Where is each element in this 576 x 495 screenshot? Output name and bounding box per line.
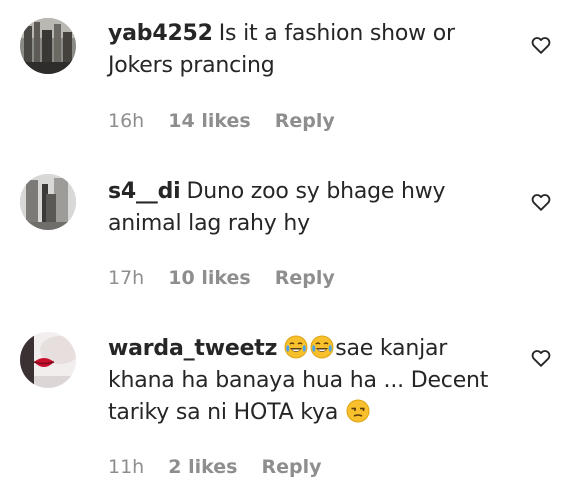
- comment-body: Is it a fashion show or: [218, 21, 455, 46]
- unamused-face-icon: [346, 399, 370, 423]
- avatar[interactable]: [20, 332, 76, 388]
- comment-meta: 16h 14 likes Reply: [108, 110, 353, 132]
- heart-outline-icon[interactable]: [530, 347, 552, 369]
- face-with-tears-of-joy-icon: [284, 335, 308, 359]
- comment-body: Jokers prancing: [108, 53, 275, 78]
- reply-button[interactable]: Reply: [275, 110, 335, 132]
- city-photo-avatar-icon: [20, 18, 76, 74]
- timestamp[interactable]: 11h: [108, 456, 144, 478]
- street-photo-avatar-icon: [20, 174, 76, 230]
- reply-button[interactable]: Reply: [275, 267, 335, 289]
- avatar[interactable]: [20, 174, 76, 230]
- face-with-tears-of-joy-icon: [310, 335, 334, 359]
- likes-count[interactable]: 2 likes: [168, 456, 237, 478]
- comment-body: animal lag rahy hy: [108, 211, 310, 236]
- comment-body: khana ha banaya hua ha ... Decent: [108, 368, 489, 393]
- heart-outline-icon[interactable]: [530, 34, 552, 56]
- username[interactable]: yab4252: [108, 21, 213, 46]
- red-lips-avatar-icon: [20, 332, 76, 388]
- comment-meta: 11h 2 likes Reply: [108, 456, 340, 478]
- avatar[interactable]: [20, 18, 76, 74]
- comment-body: tariky sa ni HOTA kya: [108, 400, 339, 425]
- comment-meta: 17h 10 likes Reply: [108, 267, 353, 289]
- comment-text: warda_tweetz sae kanjar khana ha banaya …: [108, 333, 508, 429]
- timestamp[interactable]: 16h: [108, 110, 144, 132]
- username[interactable]: warda_tweetz: [108, 336, 277, 361]
- timestamp[interactable]: 17h: [108, 267, 144, 289]
- likes-count[interactable]: 14 likes: [168, 110, 250, 132]
- likes-count[interactable]: 10 likes: [168, 267, 250, 289]
- reply-button[interactable]: Reply: [262, 456, 322, 478]
- comment-body: sae kanjar: [335, 336, 448, 361]
- comment-text: yab4252 Is it a fashion show or Jokers pr…: [108, 18, 508, 82]
- username[interactable]: s4__di: [108, 179, 181, 204]
- comment-text: s4__di Duno zoo sy bhage hwy animal lag r…: [108, 176, 508, 240]
- heart-outline-icon[interactable]: [530, 191, 552, 213]
- comment-body: Duno zoo sy bhage hwy: [186, 179, 446, 204]
